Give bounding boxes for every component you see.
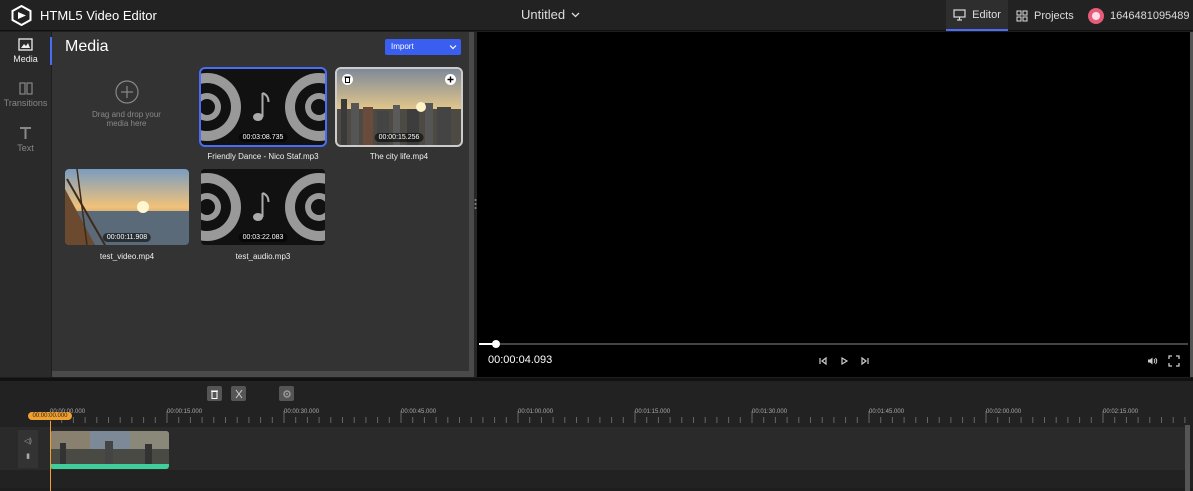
progress-handle[interactable]: [492, 340, 501, 348]
timeline-scrollbar[interactable]: [1185, 425, 1190, 491]
trash-icon: [211, 390, 218, 399]
current-time: 00:00:04.093: [488, 354, 553, 366]
editor-icon: [953, 8, 966, 21]
media-name: test_video.mp4: [99, 252, 155, 261]
ruler-label: 00:00:30.000: [284, 409, 320, 415]
import-button[interactable]: Import: [385, 39, 461, 55]
trash-icon: [344, 76, 351, 83]
app-title: HTML5 Video Editor: [40, 8, 157, 23]
gear-icon: [282, 389, 291, 398]
play-icon[interactable]: [838, 355, 850, 367]
volume-icon[interactable]: [1146, 355, 1158, 367]
sidebar-item-transitions[interactable]: Transitions: [0, 82, 51, 108]
drop-zone[interactable]: Drag and drop your media here: [65, 68, 188, 144]
media-item[interactable]: 00:00:11.908 test_video.mp4: [65, 169, 189, 261]
clip-audio-bar: [50, 464, 169, 469]
playhead[interactable]: [50, 421, 51, 491]
media-item[interactable]: 00:03:22.083 test_audio.mp3: [201, 169, 325, 261]
user-id: 1646481095489: [1110, 9, 1190, 22]
ruler-label: 00:01:15.000: [635, 409, 671, 415]
fullscreen-icon[interactable]: [1168, 355, 1180, 367]
sidebar-item-label: Media: [13, 54, 38, 64]
add-circle-icon: [114, 80, 139, 104]
nav-tab-projects[interactable]: Projects: [1016, 0, 1074, 31]
ruler-label: 00:02:15.000: [1103, 409, 1139, 415]
delete-clip-button[interactable]: [207, 386, 222, 401]
sidebar-item-text[interactable]: Text: [0, 126, 51, 153]
ruler-label: 00:02:00.000: [986, 409, 1022, 415]
grid-icon: [1016, 10, 1028, 21]
media-name: Friendly Dance - Nico Staf.mp3: [207, 152, 319, 161]
nav-tab-editor-label: Editor: [972, 8, 1001, 21]
drop-text-line-2: media here: [106, 119, 147, 128]
media-duration: 00:00:11.908: [102, 233, 152, 242]
avatar: [1088, 7, 1104, 24]
playhead-time[interactable]: 00:00:00.000: [28, 412, 72, 420]
import-label: Import: [391, 42, 414, 51]
sidebar: Media Transitions Text: [0, 32, 51, 377]
media-item[interactable]: 00:00:15.256 The city life.mp4: [335, 67, 463, 161]
media-item[interactable]: 00:03:08.735 Friendly Dance - Nico Staf.…: [199, 67, 327, 161]
media-panel: Media Import Drag and drop your media he…: [52, 32, 474, 377]
image-icon: [18, 38, 33, 51]
text-icon: [20, 127, 31, 139]
mute-track-icon[interactable]: ◁): [18, 437, 38, 445]
media-duration: 00:00:15.256: [374, 133, 424, 142]
plus-icon: [447, 76, 454, 83]
ruler-label: 00:01:00.000: [518, 409, 554, 415]
media-thumbnail[interactable]: 00:03:22.083: [201, 169, 325, 245]
media-thumbnail[interactable]: 00:03:08.735: [199, 67, 327, 147]
media-heading: Media: [65, 38, 109, 55]
clip-settings-button[interactable]: [279, 386, 294, 401]
top-bar: HTML5 Video Editor Untitled Editor Proje…: [0, 0, 1193, 31]
step-back-icon[interactable]: [817, 355, 829, 367]
timeline-clip[interactable]: [50, 431, 169, 469]
sidebar-item-label: Text: [17, 143, 34, 153]
media-thumbnail[interactable]: 00:00:15.256: [335, 67, 463, 147]
nav-tab-editor[interactable]: Editor: [946, 0, 1008, 31]
clip-thumbnail: [50, 431, 169, 464]
step-forward-icon[interactable]: [859, 355, 871, 367]
ruler-label: 00:00:15.000: [167, 409, 203, 415]
track-controls: ◁) ▮: [18, 430, 38, 468]
project-title: Untitled: [521, 7, 566, 22]
delete-media-button[interactable]: [342, 74, 353, 85]
split-clip-button[interactable]: [231, 386, 246, 401]
sidebar-item-label: Transitions: [3, 98, 48, 108]
project-title-dropdown[interactable]: Untitled: [521, 7, 580, 22]
nav-tab-projects-label: Projects: [1034, 9, 1074, 22]
ruler-label: 00:01:45.000: [869, 409, 905, 415]
transitions-icon: [18, 82, 33, 95]
video-preview[interactable]: 00:00:04.093: [477, 32, 1190, 377]
drop-text-line-1: Drag and drop your: [92, 110, 161, 119]
ruler-label: 00:01:30.000: [752, 409, 788, 415]
logo-icon: [11, 5, 32, 26]
media-duration: 00:03:22.083: [238, 233, 288, 242]
video-track[interactable]: [0, 427, 1185, 470]
scissors-icon: [235, 389, 242, 398]
ruler-label: 00:00:45.000: [401, 409, 437, 415]
delete-track-icon[interactable]: ▮: [18, 452, 38, 460]
add-to-timeline-button[interactable]: [445, 74, 456, 85]
chevron-down-icon: [449, 45, 457, 50]
playback-progress[interactable]: [479, 340, 1188, 348]
media-name: The city life.mp4: [369, 152, 429, 161]
sidebar-item-media[interactable]: Media: [0, 38, 51, 64]
media-duration: 00:03:08.735: [238, 133, 288, 142]
media-scrollbar-horizontal[interactable]: [52, 371, 469, 377]
media-thumbnail[interactable]: 00:00:11.908: [65, 169, 189, 245]
chevron-down-icon: [571, 12, 580, 17]
media-name: test_audio.mp3: [235, 252, 291, 261]
timeline: 00:00:00.000 00:00:15.000 00:00:30.000 00:0…: [0, 378, 1193, 491]
user-menu[interactable]: 1646481095489: [1088, 0, 1190, 31]
